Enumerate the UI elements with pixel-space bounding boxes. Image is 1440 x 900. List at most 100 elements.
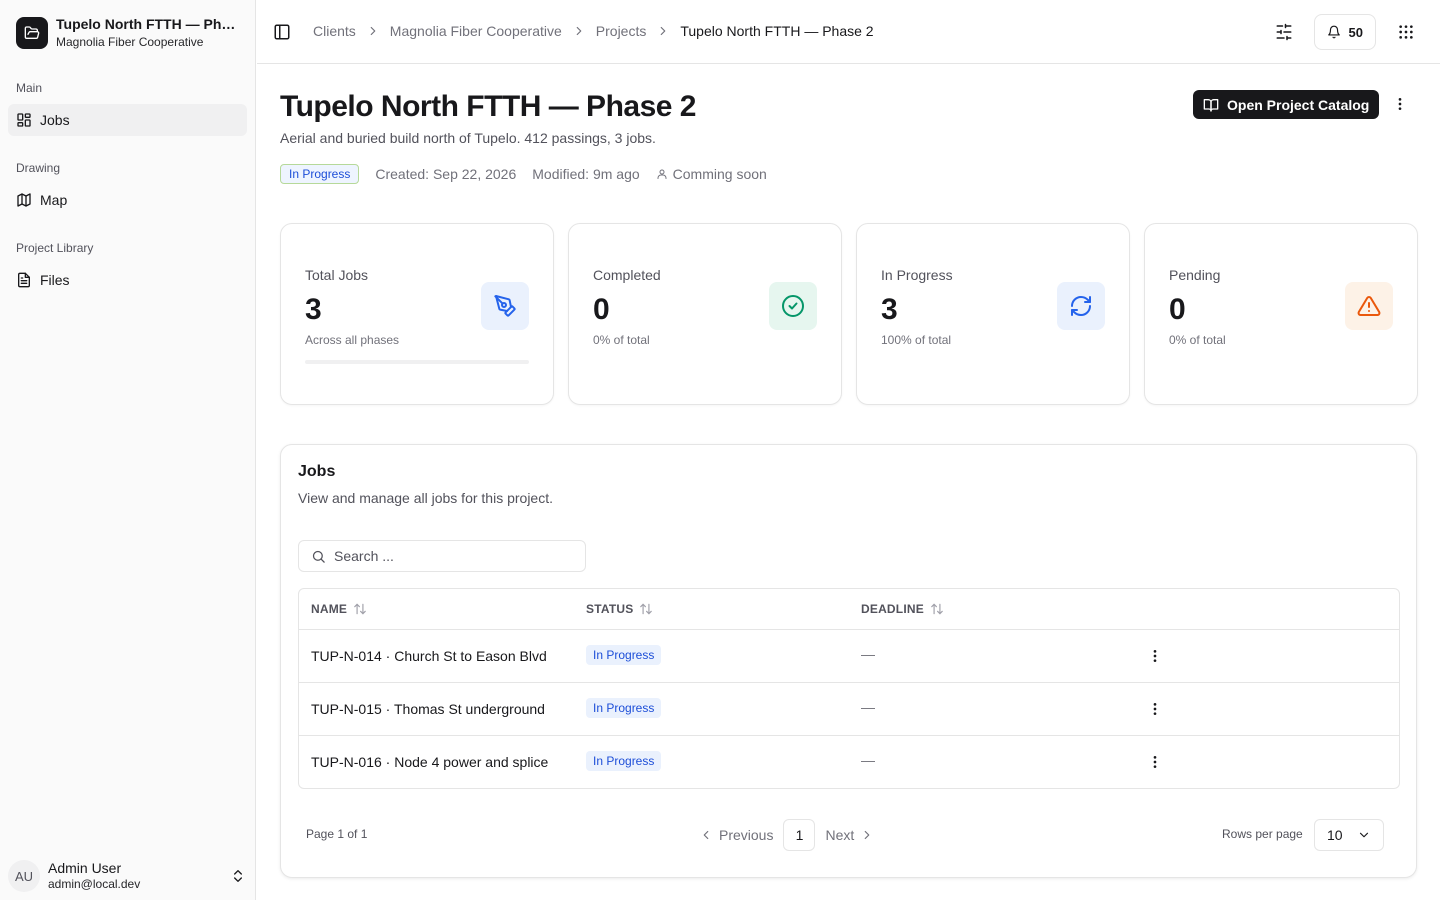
owner-label: Comming soon bbox=[672, 166, 767, 182]
sidebar-item-files[interactable]: Files bbox=[8, 264, 247, 296]
search-input[interactable] bbox=[334, 548, 574, 564]
user-name: Admin User bbox=[48, 860, 122, 876]
breadcrumb-projects[interactable]: Projects bbox=[596, 23, 647, 39]
user-icon bbox=[656, 168, 668, 180]
catalog-button-label: Open Project Catalog bbox=[1227, 96, 1370, 113]
more-vertical-icon bbox=[1147, 701, 1163, 717]
deadline-value: — bbox=[861, 646, 875, 662]
page-number-button[interactable]: 1 bbox=[783, 819, 816, 851]
sidebar-item-label: Files bbox=[40, 272, 70, 288]
column-header-status[interactable]: STATUS bbox=[586, 602, 653, 616]
group-label-drawing: Drawing bbox=[16, 161, 61, 175]
file-text-icon bbox=[16, 272, 32, 288]
sidebar-item-label: Jobs bbox=[40, 112, 70, 128]
grid-dots-icon bbox=[1398, 24, 1414, 40]
stat-card-pending: Pending 0 0% of total bbox=[1144, 223, 1418, 405]
user-email: admin@local.dev bbox=[48, 877, 141, 891]
stat-label: In Progress bbox=[881, 267, 953, 283]
stat-card-total-jobs: Total Jobs 3 Across all phases bbox=[280, 223, 554, 405]
more-vertical-icon bbox=[1147, 754, 1163, 770]
open-project-catalog-button[interactable]: Open Project Catalog bbox=[1193, 90, 1380, 119]
previous-page-button[interactable]: Previous bbox=[699, 827, 773, 843]
stat-value: 0 bbox=[1169, 293, 1186, 326]
page-title: Tupelo North FTTH — Phase 2 bbox=[280, 90, 696, 123]
table-header: NAME STATUS DEADLINE bbox=[299, 589, 1399, 630]
jobs-table: NAME STATUS DEADLINE TUP-N-014 · Church … bbox=[298, 588, 1400, 789]
table-row[interactable]: TUP-N-015 · Thomas St underground In Pro… bbox=[299, 683, 1399, 736]
more-vertical-icon bbox=[1147, 648, 1163, 664]
total-jobs-progress-bar bbox=[305, 360, 529, 364]
jobs-card: Jobs View and manage all jobs for this p… bbox=[280, 444, 1417, 878]
project-more-button[interactable] bbox=[1387, 91, 1413, 117]
group-label-main: Main bbox=[16, 81, 43, 95]
table-row[interactable]: TUP-N-014 · Church St to Eason Blvd In P… bbox=[299, 630, 1399, 683]
chevrons-up-down-icon bbox=[230, 868, 246, 884]
refresh-icon bbox=[1057, 282, 1105, 330]
table-row[interactable]: TUP-N-016 · Node 4 power and splice In P… bbox=[299, 736, 1399, 788]
search-icon bbox=[311, 549, 326, 564]
column-label: NAME bbox=[311, 602, 348, 616]
next-page-button[interactable]: Next bbox=[825, 827, 874, 843]
main-content: Tupelo North FTTH — Phase 2 Aerial and b… bbox=[257, 64, 1440, 900]
stat-label: Completed bbox=[593, 267, 661, 283]
pen-tool-icon bbox=[481, 282, 529, 330]
job-name[interactable]: TUP-N-016 · Node 4 power and splice bbox=[311, 754, 548, 770]
breadcrumb-current: Tupelo North FTTH — Phase 2 bbox=[680, 23, 874, 39]
status-badge: In Progress bbox=[586, 645, 662, 665]
column-header-name[interactable]: NAME bbox=[311, 602, 367, 616]
project-switcher[interactable]: Tupelo North FTTH — Phase 2 Magnolia Fib… bbox=[16, 16, 244, 50]
rows-per-page-label: Rows per page bbox=[1222, 827, 1303, 841]
sidebar-item-map[interactable]: Map bbox=[8, 184, 247, 216]
previous-label: Previous bbox=[719, 827, 774, 843]
chevron-right-icon bbox=[860, 828, 874, 842]
job-name[interactable]: TUP-N-014 · Church St to Eason Blvd bbox=[311, 648, 547, 664]
jobs-description: View and manage all jobs for this projec… bbox=[298, 490, 553, 506]
rows-per-page-select[interactable]: 10 bbox=[1314, 819, 1384, 851]
layout-grid-icon bbox=[16, 112, 32, 128]
sort-icon bbox=[353, 602, 367, 616]
stat-subtext: 0% of total bbox=[1169, 333, 1226, 347]
notification-count: 50 bbox=[1348, 24, 1363, 40]
project-name: Tupelo North FTTH — Phase 2 bbox=[56, 16, 240, 32]
breadcrumb-clients[interactable]: Clients bbox=[313, 23, 356, 39]
stat-value: 3 bbox=[305, 293, 322, 326]
bell-icon bbox=[1327, 25, 1341, 39]
status-badge: In Progress bbox=[586, 698, 662, 718]
deadline-value: — bbox=[861, 699, 875, 715]
column-header-deadline[interactable]: DEADLINE bbox=[861, 602, 944, 616]
rows-per-page-value: 10 bbox=[1327, 827, 1343, 843]
stat-value: 3 bbox=[881, 293, 898, 326]
project-meta: In Progress Created: Sep 22, 2026 Modifi… bbox=[280, 164, 767, 184]
top-header: Clients Magnolia Fiber Cooperative Proje… bbox=[257, 0, 1440, 64]
sidebar-item-label: Map bbox=[40, 192, 68, 208]
alert-triangle-icon bbox=[1345, 282, 1393, 330]
project-description: Aerial and buried build north of Tupelo.… bbox=[280, 130, 656, 146]
modified-date: Modified: 9m ago bbox=[532, 166, 640, 182]
sliders-icon bbox=[1275, 23, 1293, 41]
status-badge: In Progress bbox=[586, 751, 662, 771]
sidebar-item-jobs[interactable]: Jobs bbox=[8, 104, 247, 136]
row-actions-button[interactable] bbox=[1143, 644, 1167, 668]
stat-value: 0 bbox=[593, 293, 610, 326]
sidebar-toggle-icon[interactable] bbox=[273, 23, 291, 41]
stat-label: Pending bbox=[1169, 267, 1221, 283]
job-name[interactable]: TUP-N-015 · Thomas St underground bbox=[311, 701, 545, 717]
created-date: Created: Sep 22, 2026 bbox=[375, 166, 517, 182]
group-label-project-library: Project Library bbox=[16, 241, 94, 255]
next-label: Next bbox=[825, 827, 855, 843]
deadline-value: — bbox=[861, 752, 875, 768]
apps-button[interactable] bbox=[1388, 14, 1424, 50]
jobs-title: Jobs bbox=[298, 463, 336, 480]
status-badge: In Progress bbox=[280, 164, 360, 184]
stat-label: Total Jobs bbox=[305, 267, 369, 283]
user-menu[interactable]: AU Admin User admin@local.dev bbox=[8, 856, 248, 896]
settings-sliders-button[interactable] bbox=[1266, 14, 1302, 50]
notifications-button[interactable]: 50 bbox=[1313, 14, 1376, 50]
page-info: Page 1 of 1 bbox=[306, 827, 368, 841]
stat-subtext: 0% of total bbox=[593, 333, 650, 347]
row-actions-button[interactable] bbox=[1143, 697, 1167, 721]
row-actions-button[interactable] bbox=[1143, 750, 1167, 774]
stat-subtext: 100% of total bbox=[881, 333, 952, 347]
breadcrumb-client[interactable]: Magnolia Fiber Cooperative bbox=[390, 23, 562, 39]
sidebar: Tupelo North FTTH — Phase 2 Magnolia Fib… bbox=[0, 0, 256, 900]
